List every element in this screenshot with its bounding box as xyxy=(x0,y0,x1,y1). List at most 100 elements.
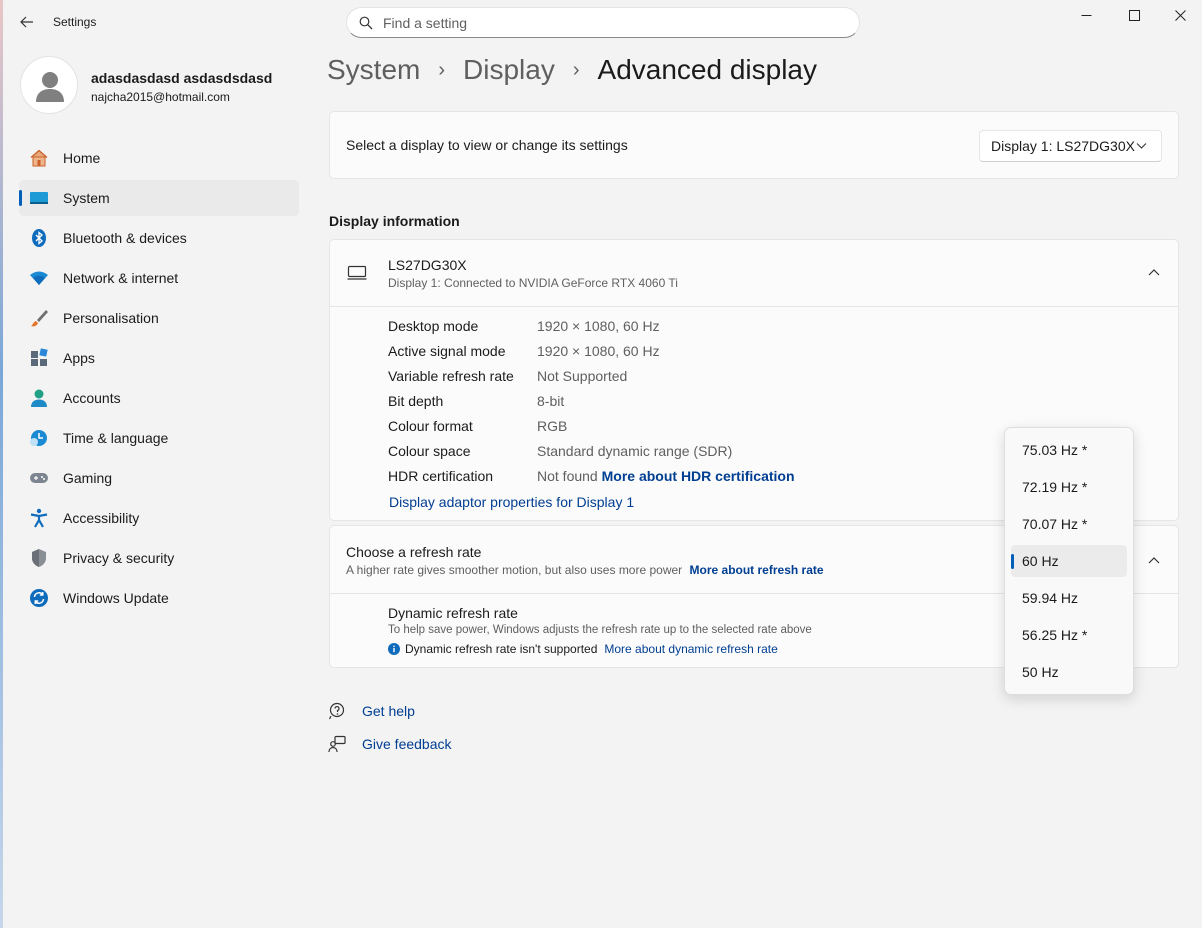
info-value: Not Supported xyxy=(537,368,628,384)
sidebar-item-system[interactable]: System xyxy=(19,180,299,216)
shield-icon xyxy=(29,548,49,568)
dynamic-refresh-note-text: Dynamic refresh rate isn't supported xyxy=(405,642,598,656)
info-value: Not found More about HDR certification xyxy=(537,468,795,484)
search-box[interactable] xyxy=(346,7,860,38)
monitor-icon xyxy=(347,265,367,280)
refresh-option[interactable]: 50 Hz xyxy=(1011,656,1127,688)
user-email: najcha2015@hotmail.com xyxy=(91,90,230,104)
info-key: Colour format xyxy=(388,418,473,434)
chevron-right-icon: › xyxy=(572,58,580,81)
bluetooth-icon xyxy=(29,228,49,248)
maximize-button[interactable] xyxy=(1111,0,1157,30)
accounts-icon xyxy=(29,388,49,408)
breadcrumb: System › Display › Advanced display xyxy=(327,54,817,86)
refresh-rate-desc: A higher rate gives smoother motion, but… xyxy=(346,563,824,577)
divider xyxy=(330,306,1178,307)
page-title: Advanced display xyxy=(597,54,817,85)
feedback-icon xyxy=(328,735,346,753)
sidebar-item-accessibility[interactable]: Accessibility xyxy=(19,500,299,536)
refresh-option-selected[interactable]: 60 Hz xyxy=(1011,545,1127,577)
sidebar-item-accounts[interactable]: Accounts xyxy=(19,380,299,416)
update-icon xyxy=(29,588,49,608)
get-help-row[interactable]: Get help xyxy=(328,702,415,720)
sidebar-item-apps[interactable]: Apps xyxy=(19,340,299,376)
hdr-status: Not found xyxy=(537,468,598,484)
back-arrow-icon xyxy=(20,16,33,28)
sidebar-item-label: Accessibility xyxy=(63,510,140,526)
home-icon xyxy=(29,148,49,168)
display-select-label: Select a display to view or change its s… xyxy=(346,137,628,153)
chevron-right-icon: › xyxy=(438,58,446,81)
chevron-down-icon xyxy=(1136,143,1147,149)
sidebar-item-label: Gaming xyxy=(63,470,113,486)
refresh-option[interactable]: 72.19 Hz * xyxy=(1011,471,1127,503)
time-language-icon xyxy=(29,428,49,448)
sidebar-item-time-language[interactable]: Time & language xyxy=(19,420,299,456)
refresh-option[interactable]: 56.25 Hz * xyxy=(1011,619,1127,651)
breadcrumb-display[interactable]: Display xyxy=(463,54,555,86)
gamepad-icon xyxy=(29,468,49,488)
accessibility-icon xyxy=(29,508,49,528)
info-value: 1920 × 1080, 60 Hz xyxy=(537,343,660,359)
sidebar-item-privacy[interactable]: Privacy & security xyxy=(19,540,299,576)
user-name: adasdasdasd asdasdsdasd xyxy=(91,70,273,86)
sidebar-item-bluetooth[interactable]: Bluetooth & devices xyxy=(19,220,299,256)
hdr-certification-link[interactable]: More about HDR certification xyxy=(602,468,795,484)
sidebar-item-network[interactable]: Network & internet xyxy=(19,260,299,296)
info-key: Active signal mode xyxy=(388,343,506,359)
get-help-link[interactable]: Get help xyxy=(362,703,415,719)
refresh-option[interactable]: 70.07 Hz * xyxy=(1011,508,1127,540)
sidebar-item-label: Windows Update xyxy=(63,590,169,606)
minimize-button[interactable] xyxy=(1063,0,1109,30)
display-dropdown-value: Display 1: LS27DG30X xyxy=(991,138,1135,154)
display-info-header[interactable] xyxy=(330,240,1178,306)
info-value: Standard dynamic range (SDR) xyxy=(537,443,733,459)
dynamic-refresh-desc: To help save power, Windows adjusts the … xyxy=(388,624,812,636)
dynamic-refresh-link[interactable]: More about dynamic refresh rate xyxy=(604,642,777,656)
search-input[interactable] xyxy=(383,14,823,31)
breadcrumb-system[interactable]: System xyxy=(327,54,420,86)
settings-window: Settings adasdasdasd asdasdsdasd najcha2… xyxy=(0,0,1202,928)
sidebar-item-gaming[interactable]: Gaming xyxy=(19,460,299,496)
give-feedback-link[interactable]: Give feedback xyxy=(362,736,452,752)
close-icon xyxy=(1174,9,1186,21)
window-title: Settings xyxy=(53,15,97,29)
apps-icon xyxy=(29,348,49,368)
monitor-name: LS27DG30X xyxy=(388,257,467,273)
info-key: Desktop mode xyxy=(388,318,479,334)
info-icon xyxy=(388,643,400,655)
sidebar-item-personalisation[interactable]: Personalisation xyxy=(19,300,299,336)
sidebar-item-home[interactable]: Home xyxy=(19,140,299,176)
dynamic-refresh-note: Dynamic refresh rate isn't supported Mor… xyxy=(388,642,778,656)
chevron-up-icon[interactable] xyxy=(1148,556,1160,565)
refresh-rate-link[interactable]: More about refresh rate xyxy=(690,563,824,577)
info-key: Bit depth xyxy=(388,393,444,409)
minimize-icon xyxy=(1081,14,1091,16)
info-value: RGB xyxy=(537,418,568,434)
display-info-heading: Display information xyxy=(329,213,460,229)
avatar[interactable] xyxy=(20,56,78,114)
wifi-icon xyxy=(29,268,49,288)
sidebar-item-label: Bluetooth & devices xyxy=(63,230,187,246)
refresh-rate-dropdown-list: 75.03 Hz * 72.19 Hz * 70.07 Hz * 60 Hz 5… xyxy=(1004,427,1134,695)
refresh-option[interactable]: 59.94 Hz xyxy=(1011,582,1127,614)
sidebar-item-label: Time & language xyxy=(63,430,169,446)
user-silhouette-icon xyxy=(36,72,64,102)
sidebar-item-label: Apps xyxy=(63,350,95,366)
give-feedback-row[interactable]: Give feedback xyxy=(328,735,452,753)
back-button[interactable] xyxy=(16,11,38,33)
sidebar-item-label: Accounts xyxy=(63,390,121,406)
refresh-rate-title: Choose a refresh rate xyxy=(346,544,482,560)
dynamic-refresh-title: Dynamic refresh rate xyxy=(388,605,518,621)
info-key: Variable refresh rate xyxy=(388,368,514,384)
sidebar-item-label: System xyxy=(63,190,110,206)
sidebar-item-label: Personalisation xyxy=(63,310,159,326)
sidebar-item-label: Home xyxy=(63,150,101,166)
chevron-up-icon[interactable] xyxy=(1148,268,1160,277)
sidebar-item-windows-update[interactable]: Windows Update xyxy=(19,580,299,616)
refresh-option[interactable]: 75.03 Hz * xyxy=(1011,434,1127,466)
monitor-connection: Display 1: Connected to NVIDIA GeForce R… xyxy=(388,276,678,290)
close-button[interactable] xyxy=(1157,0,1202,30)
display-dropdown[interactable]: Display 1: LS27DG30X xyxy=(979,130,1162,162)
adapter-properties-link[interactable]: Display adaptor properties for Display 1 xyxy=(389,494,634,510)
